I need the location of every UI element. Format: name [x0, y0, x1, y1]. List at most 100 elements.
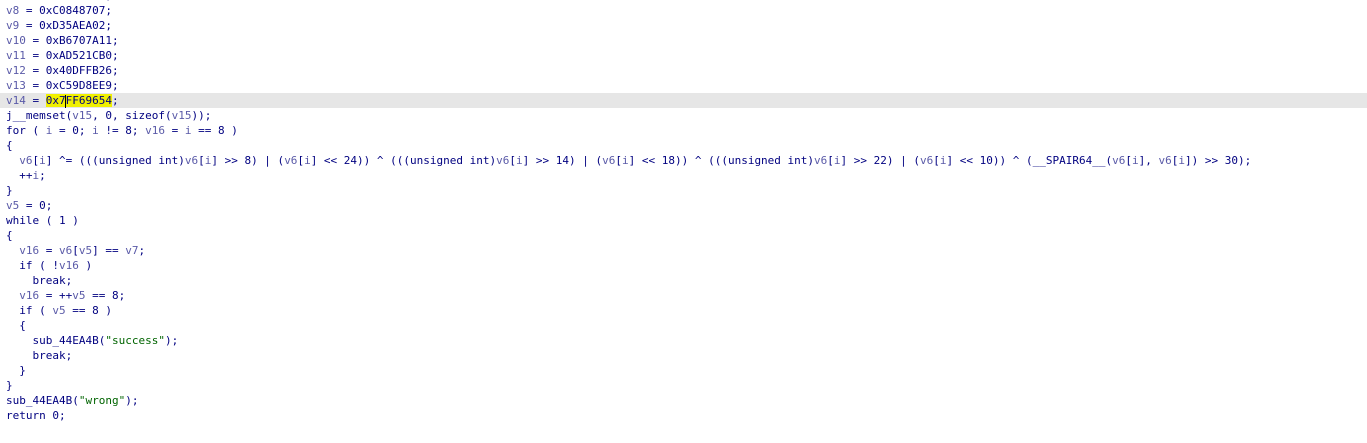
code-token-var[interactable]: v6 [920, 154, 933, 167]
code-line[interactable]: { [0, 228, 1367, 243]
code-line[interactable]: } [0, 363, 1367, 378]
code-token-op: != 8; [98, 124, 146, 137]
code-token-var[interactable]: v13 [6, 79, 26, 92]
code-line[interactable]: v16 = v6[v5] == v7; [0, 243, 1367, 258]
code-line[interactable]: for ( i = 0; i != 8; v16 = i == 8 ) [0, 123, 1367, 138]
code-token-var[interactable]: v5 [79, 244, 92, 257]
code-token-op: ; [39, 169, 46, 182]
code-token-var[interactable]: v8 [6, 4, 19, 17]
code-line[interactable]: if ( v5 == 8 ) [0, 303, 1367, 318]
code-token-var[interactable]: i [834, 154, 841, 167]
code-token-op: [ [72, 244, 79, 257]
code-token-var[interactable]: v15 [172, 109, 192, 122]
code-token-op: = 0; [52, 124, 93, 137]
code-token-var[interactable]: v11 [6, 49, 26, 62]
code-token-kw: while ( 1 ) [6, 214, 79, 227]
code-token-var[interactable]: v6 [185, 154, 198, 167]
code-token-var[interactable]: v7 [125, 244, 138, 257]
code-token-kw: sub_44EA4B( [6, 394, 79, 407]
code-token-op: [ [827, 154, 834, 167]
code-token-var[interactable]: v16 [19, 244, 39, 257]
code-line[interactable]: } [0, 183, 1367, 198]
code-token-num: 0xAD521CB0 [45, 49, 112, 62]
code-token-var[interactable]: v6 [59, 244, 72, 257]
code-token-kw: sub_44EA4B( [6, 334, 106, 347]
code-line[interactable]: ++i; [0, 168, 1367, 183]
code-token-kw: for ( [6, 124, 46, 137]
code-token-var[interactable]: i [940, 154, 947, 167]
code-token-op: ; [111, 79, 119, 92]
code-line[interactable]: v11 = 0xAD521CB0; [0, 48, 1367, 63]
code-token-var[interactable]: i [304, 154, 311, 167]
code-token-op: = [164, 124, 185, 137]
code-line[interactable]: return 0; [0, 408, 1367, 423]
code-line[interactable]: v5 = 0; [0, 198, 1367, 213]
code-line[interactable]: v16 = ++v5 == 8; [0, 288, 1367, 303]
code-token-var[interactable]: v5 [6, 199, 19, 212]
code-token-op: ] >> 14) | ( [522, 154, 603, 167]
code-token-var[interactable]: v5 [52, 304, 65, 317]
code-token-op: == 8; [85, 289, 126, 302]
code-token-var[interactable]: i [622, 154, 629, 167]
code-line[interactable]: { [0, 318, 1367, 333]
code-token-op: [ [509, 154, 516, 167]
code-token-str: "wrong" [78, 394, 126, 407]
code-token-var[interactable]: v6 [496, 154, 509, 167]
code-line[interactable]: v10 = 0xB6707A11; [0, 33, 1367, 48]
code-line[interactable]: sub_44EA4B("wrong"); [0, 393, 1367, 408]
code-token-var[interactable]: v16 [59, 259, 79, 272]
code-token-op: { [6, 139, 13, 152]
code-token-op: ; [111, 64, 119, 77]
code-token-hl[interactable]: FF69654 [65, 94, 112, 107]
code-token-op: == 8 ) [191, 124, 238, 137]
code-line[interactable]: if ( !v16 ) [0, 258, 1367, 273]
code-token-var[interactable]: v16 [145, 124, 165, 137]
code-token-var[interactable]: v16 [19, 289, 39, 302]
code-token-var[interactable]: v12 [6, 64, 26, 77]
code-token-kw: break; [6, 349, 73, 362]
code-token-op: = [19, 4, 40, 17]
code-token-var[interactable]: i [39, 154, 46, 167]
code-token-op: ] << 24)) ^ (((unsigned int) [310, 154, 497, 167]
code-token-num: 0xD35AEA02 [39, 19, 106, 32]
code-token-var[interactable]: v6 [284, 154, 297, 167]
code-token-op: = [19, 19, 40, 32]
code-token-var[interactable]: v6 [19, 154, 32, 167]
code-line[interactable]: v6[i] ^= (((unsigned int)v6[i] >> 8) | (… [0, 153, 1367, 168]
code-token-var[interactable]: i [1178, 154, 1185, 167]
code-token-var[interactable]: v15 [72, 109, 92, 122]
code-token-var[interactable]: i [1132, 154, 1139, 167]
code-token-var[interactable]: v5 [72, 289, 85, 302]
code-line[interactable]: j__memset(v15, 0, sizeof(v15)); [0, 108, 1367, 123]
code-line[interactable]: v8 = 0xC0848707; [0, 3, 1367, 18]
code-token-var[interactable]: i [516, 154, 523, 167]
code-token-num: 0x215432AD [39, 0, 105, 2]
code-token-op: = [25, 79, 46, 92]
code-token-var[interactable]: i [92, 124, 99, 137]
code-token-var[interactable]: v10 [6, 34, 26, 47]
code-line[interactable]: { [0, 138, 1367, 153]
code-line[interactable]: v9 = 0xD35AEA02; [0, 18, 1367, 33]
code-line[interactable]: v13 = 0xC59D8EE9; [0, 78, 1367, 93]
code-token-op: { [6, 229, 13, 242]
code-line-current[interactable]: v14 = 0x7FF69654; [0, 93, 1367, 108]
pseudocode-view[interactable]: v7 = 0x215432AD;v8 = 0xC0848707;v9 = 0xD… [0, 0, 1367, 423]
code-token-var[interactable]: v6 [602, 154, 615, 167]
code-token-var[interactable]: v14 [6, 94, 26, 107]
code-line[interactable]: break; [0, 273, 1367, 288]
code-token-hl[interactable]: 0x7 [45, 94, 66, 107]
code-line[interactable]: } [0, 378, 1367, 393]
code-token-var[interactable]: v6 [814, 154, 827, 167]
code-token-var[interactable]: v6 [1112, 154, 1125, 167]
code-line[interactable]: sub_44EA4B("success"); [0, 333, 1367, 348]
code-token-var[interactable]: v7 [6, 0, 19, 2]
code-token-op: = [25, 49, 46, 62]
code-line[interactable]: while ( 1 ) [0, 213, 1367, 228]
code-token-op: } [6, 184, 13, 197]
code-line[interactable]: v12 = 0x40DFFB26; [0, 63, 1367, 78]
code-token-num: 0xC0848707 [39, 4, 106, 17]
code-token-var[interactable]: v6 [1158, 154, 1171, 167]
code-token-op: ]) >> 30); [1184, 154, 1252, 167]
code-token-var[interactable]: v9 [6, 19, 19, 32]
code-line[interactable]: break; [0, 348, 1367, 363]
